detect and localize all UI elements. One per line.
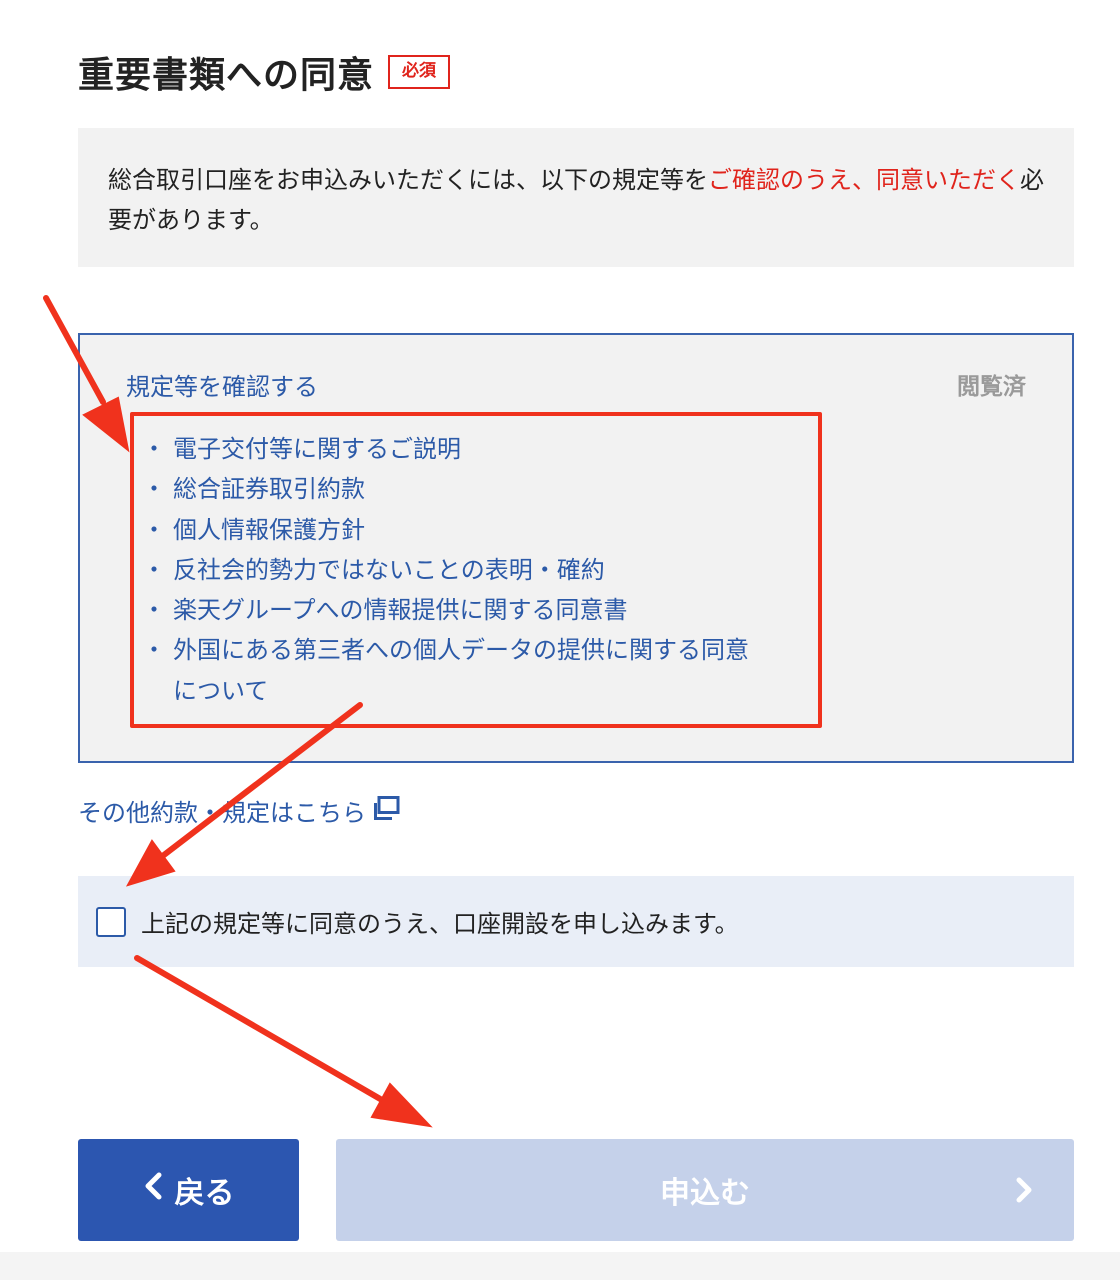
review-documents-link[interactable]: 規定等を確認する xyxy=(126,367,318,402)
submit-button-label: 申込む xyxy=(660,1176,750,1211)
notice-text: 総合取引口座をお申込みいただくには、以下の規定等を xyxy=(108,166,708,194)
document-list: ・電子交付等に関するご説明 ・総合証券取引約款 ・個人情報保護方針 ・反社会的勢… xyxy=(142,429,772,711)
agreement-row[interactable]: 上記の規定等に同意のうえ、口座開設を申し込みます。 xyxy=(78,876,1074,967)
documents-box: 規定等を確認する 閲覧済 ・電子交付等に関するご説明 ・総合証券取引約款 ・個人… xyxy=(78,333,1074,763)
required-badge: 必須 xyxy=(388,55,451,89)
notice-box: 総合取引口座をお申込みいただくには、以下の規定等をご確認のうえ、同意いただく必要… xyxy=(78,128,1074,267)
document-item[interactable]: ・総合証券取引約款 xyxy=(142,469,772,509)
document-item[interactable]: ・反社会的勢力ではないことの表明・確約 xyxy=(142,550,772,590)
back-button-label: 戻る xyxy=(174,1176,235,1211)
chevron-left-icon xyxy=(143,1172,163,1208)
submit-button[interactable]: 申込む xyxy=(336,1139,1074,1241)
document-item[interactable]: ・外国にある第三者への個人データの提供に関する同意について xyxy=(142,630,772,711)
back-button[interactable]: 戻る xyxy=(78,1139,299,1241)
section-header: 重要書類への同意 必須 xyxy=(78,46,451,98)
other-terms-label: その他約款・規定はこちら xyxy=(78,799,366,827)
agreement-label[interactable]: 上記の規定等に同意のうえ、口座開設を申し込みます。 xyxy=(141,904,739,939)
document-item[interactable]: ・電子交付等に関するご説明 xyxy=(142,429,772,469)
agreement-checkbox[interactable] xyxy=(96,906,126,937)
document-item[interactable]: ・楽天グループへの情報提供に関する同意書 xyxy=(142,590,772,630)
document-item[interactable]: ・個人情報保護方針 xyxy=(142,510,772,550)
external-window-icon xyxy=(374,795,400,826)
annotation-arrowhead xyxy=(370,1082,433,1128)
annotation-arrow xyxy=(134,955,385,1103)
chevron-right-icon xyxy=(1014,1172,1034,1216)
page-title: 重要書類への同意 xyxy=(78,55,375,96)
other-terms-link[interactable]: その他約款・規定はこちら xyxy=(78,793,400,828)
page-bottom-strip xyxy=(0,1252,1120,1280)
notice-emphasis: ご確認のうえ、同意いただく xyxy=(708,166,1020,194)
read-status: 閲覧済 xyxy=(957,374,1026,400)
